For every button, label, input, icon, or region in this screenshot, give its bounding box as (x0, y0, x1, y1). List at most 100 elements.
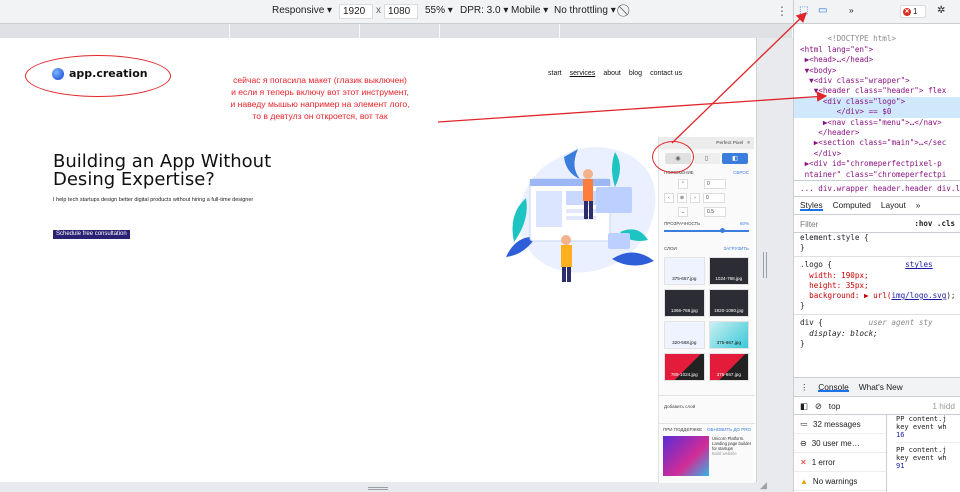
logo-highlight-ellipse (25, 55, 171, 97)
list-icon: ≔ (800, 419, 808, 429)
annotation-text: сейчас я погасила макет (глазик выключен… (230, 75, 410, 121)
media-query-ruler[interactable] (0, 24, 793, 38)
breadcrumbs[interactable]: ... div.wrapper header.header div.lo (794, 180, 960, 197)
times-label: x (376, 5, 381, 16)
device-toggle-icon[interactable]: ▭ (818, 5, 827, 16)
pp-layers-label: СЛОИ (664, 246, 677, 251)
console-toolbar: ◧ ⊘ top 1 hidd (794, 397, 960, 415)
pp-add-layer[interactable]: Добавить слой (659, 395, 755, 417)
pp-left-arrow-icon[interactable]: ‹ (664, 193, 674, 203)
pp-menu-icon[interactable]: ≡ (747, 141, 750, 146)
pp-ad-image (663, 436, 709, 476)
sidebar-toggle-icon[interactable]: ◧ (800, 401, 808, 411)
console-sidebar: ≔ 32 messages ⊖ 30 user me… ✕ 1 error ▲ No w… (794, 415, 887, 492)
pp-ad[interactable]: ПРИ ПОДДЕРЖКЕ ОБНОВИТЬ ДО PRO Unicorn Pl… (659, 423, 755, 483)
pp-layer-list: 375-667.jpg 1024-768.jpg 1366-768.jpg 19… (659, 253, 754, 385)
tab-more[interactable]: » (916, 200, 921, 211)
device-type-select[interactable]: Mobile ▾ (511, 5, 548, 16)
filter-input[interactable]: Filter (800, 219, 818, 229)
pp-layer-thumb[interactable]: 375-667.jpg (708, 353, 749, 381)
pp-right-arrow-icon[interactable]: › (690, 193, 700, 203)
pp-layer-thumb[interactable]: 375-667.jpg (664, 257, 705, 285)
tab-console[interactable]: Console (818, 382, 849, 392)
throttling-select[interactable]: No throttling ▾ (554, 5, 616, 16)
filter-state-buttons[interactable]: :hov .cls (914, 219, 955, 228)
consultation-button[interactable]: Schedule free consultation (53, 230, 130, 239)
nav-services[interactable]: services (570, 70, 596, 77)
pp-upload-button[interactable]: ЗАГРУЗИТЬ (724, 246, 749, 251)
stylesheet-link[interactable]: styles (905, 260, 932, 269)
dimensions-mode-select[interactable]: Responsive ▾ (272, 5, 332, 16)
selected-dom-node[interactable]: <div class="logo"> </div> == $0 (794, 96, 960, 118)
hero-illustration (506, 147, 656, 282)
pp-opacity-value: 60% (739, 221, 749, 226)
pp-opacity-slider[interactable] (664, 228, 749, 233)
dpr-select[interactable]: DPR: 3.0 ▾ (460, 5, 508, 16)
pp-layer-thumb[interactable]: 768-1024.jpg (664, 353, 705, 381)
inspect-element-icon[interactable]: ⬚ (799, 5, 808, 16)
pp-support-label: ПРИ ПОДДЕРЖКЕ (663, 427, 703, 432)
settings-gear-icon[interactable]: ✲ (937, 5, 945, 16)
pp-update-pro-link[interactable]: ОБНОВИТЬ ДО PRO (707, 427, 751, 432)
more-tabs-icon[interactable]: » (849, 5, 854, 15)
pp-reset-button[interactable]: СБРОС (733, 170, 749, 175)
perfectpixel-panel: – Perfect Pixel ≡ ◉ ▯ ◧ ПОЛОЖЕНИЕ СБРОС … (658, 137, 755, 483)
errors-filter[interactable]: ✕ 1 error (794, 453, 886, 472)
pp-layer-thumb[interactable]: 375-667.jpg (708, 321, 749, 349)
dom-tree: <!DOCTYPE html> <html lang="en"> ▶<head>… (794, 24, 960, 180)
pp-x-input[interactable]: 0 (704, 179, 726, 189)
nav-about[interactable]: about (603, 70, 621, 77)
hidden-count: 1 hidd (932, 400, 955, 411)
width-input[interactable]: 1920 (339, 4, 373, 19)
pp-layer-thumb[interactable]: 320-568.jpg (664, 321, 705, 349)
nav-blog[interactable]: blog (629, 70, 642, 77)
pp-title: Perfect Pixel (716, 140, 744, 146)
zoom-select[interactable]: 55% ▾ (425, 5, 453, 16)
pp-layer-thumb[interactable]: 1024-768.jpg (708, 257, 749, 285)
css-rules: element.style { } .logo { styles width: 1… (794, 233, 960, 373)
site-nav: start services about blog contact us (548, 70, 682, 77)
user-messages-filter[interactable]: ⊖ 30 user me… (794, 434, 886, 453)
corner-resize-handle[interactable]: ◢ (760, 480, 767, 491)
nav-contact[interactable]: contact us (650, 70, 682, 77)
screen: Responsive ▾ 1920 x 1080 55% ▾ DPR: 3.0 … (0, 0, 960, 492)
pp-up-arrow-icon[interactable]: ⌃ (678, 179, 688, 189)
pp-opacity-label: ПРОЗРАЧНОСТЬ (664, 221, 701, 226)
error-icon: ✕ (903, 7, 911, 16)
right-resize-handle[interactable] (763, 252, 767, 278)
pp-layer-thumb[interactable]: 1366-768.jpg (664, 289, 705, 317)
pp-invert-icon[interactable]: ◧ (722, 153, 748, 164)
drawer-menu-icon[interactable]: ⋮ (800, 382, 808, 392)
context-select[interactable]: top (829, 401, 841, 411)
tab-whats-new[interactable]: What's New (859, 382, 903, 392)
height-input[interactable]: 1080 (384, 4, 418, 19)
error-icon: ✕ (800, 457, 807, 467)
hero-subtitle: I help tech startups design better digit… (53, 197, 254, 203)
pp-y-input[interactable]: 0 (703, 193, 725, 203)
pp-lock-icon[interactable]: ▯ (693, 153, 720, 164)
tab-styles[interactable]: Styles (800, 200, 823, 211)
bottom-resize-handle[interactable] (368, 487, 388, 490)
pp-center-icon[interactable]: ⊕ (677, 193, 687, 203)
styles-tabbar: Styles Computed Layout » (794, 197, 960, 215)
pp-layer-thumb[interactable]: 1920-1080.jpg (708, 289, 749, 317)
pp-down-arrow-icon[interactable]: ⌄ (678, 207, 688, 217)
eye-highlight-ellipse (652, 141, 694, 173)
styles-filter[interactable]: Filter :hov .cls (794, 215, 960, 233)
devtools-tabbar: ⬚ ▭ » ✕ 1 ✲ (794, 0, 960, 24)
pp-ad-text: Unicorn Platform. Landing page builder f… (712, 436, 752, 456)
nav-start[interactable]: start (548, 70, 562, 77)
warnings-filter[interactable]: ▲ No warnings (794, 472, 886, 491)
messages-filter[interactable]: ≔ 32 messages (794, 415, 886, 434)
error-badge[interactable]: ✕ 1 (900, 5, 926, 18)
more-options-icon[interactable]: ⋮ (776, 4, 788, 18)
warning-icon: ▲ (800, 476, 808, 486)
tab-computed[interactable]: Computed (833, 200, 871, 211)
clear-console-icon[interactable]: ⊘ (815, 401, 822, 411)
console-messages: PP content.j key event wh 16 PP content.j… (888, 415, 960, 492)
device-toolbar: Responsive ▾ 1920 x 1080 55% ▾ DPR: 3.0 … (0, 0, 793, 24)
tab-layout[interactable]: Layout (881, 200, 906, 211)
background-url-link[interactable]: img/logo.svg (891, 291, 946, 300)
user-icon: ⊖ (800, 438, 807, 448)
pp-scale-input[interactable]: 0.5 (704, 207, 726, 217)
